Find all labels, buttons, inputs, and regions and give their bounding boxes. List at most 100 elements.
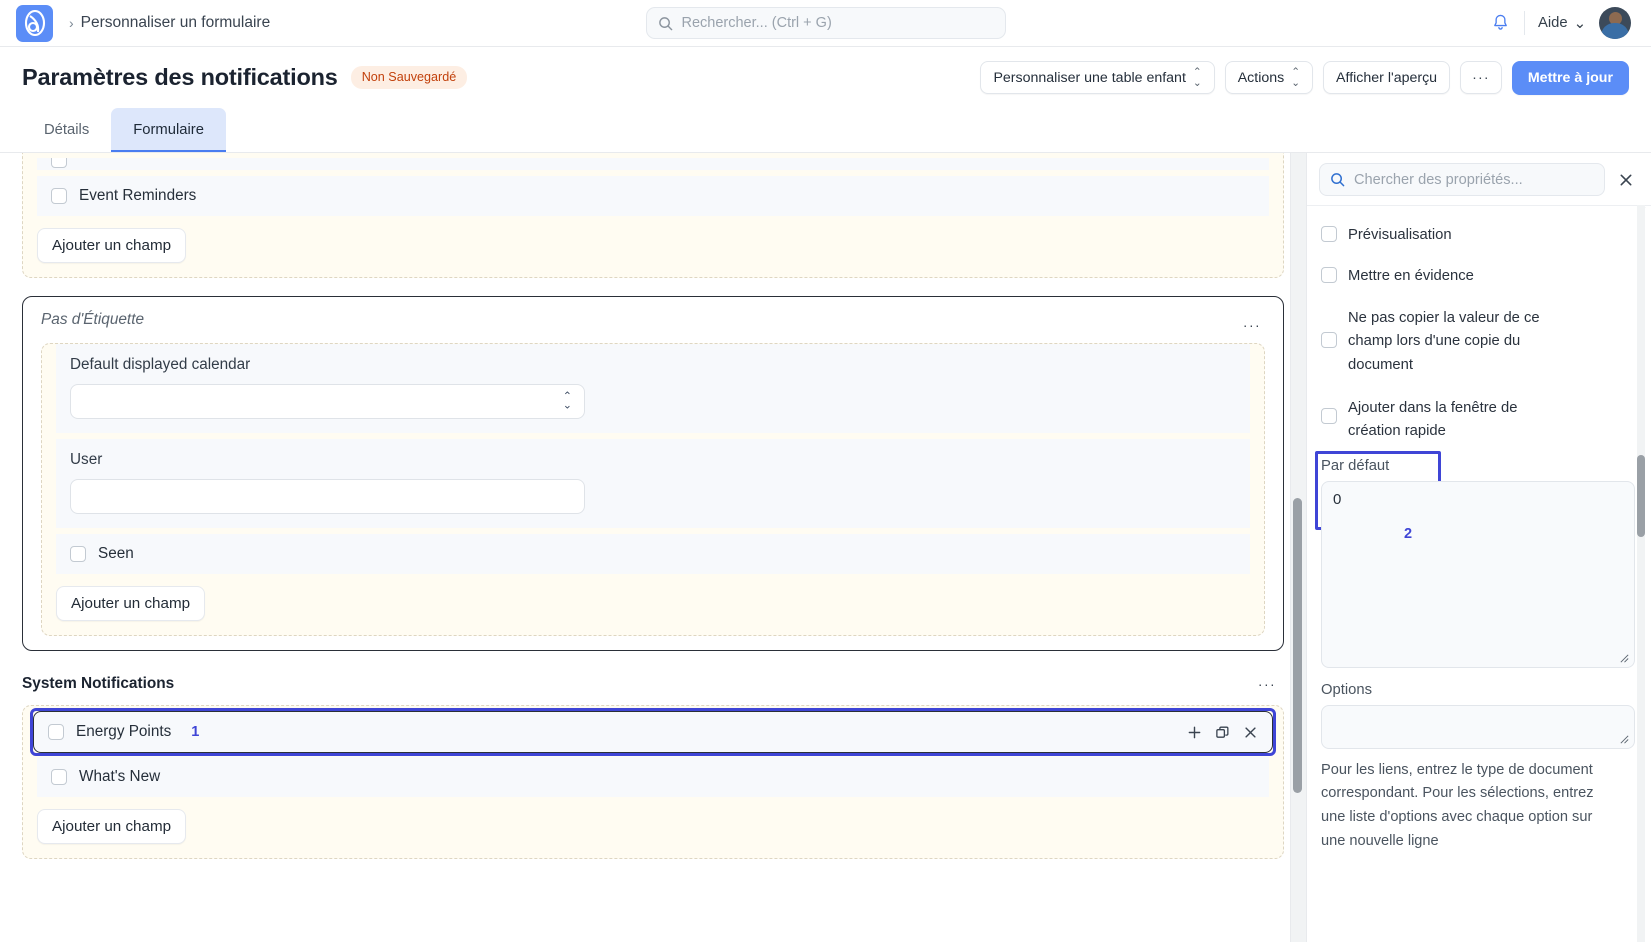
app-logo[interactable] (16, 5, 53, 42)
global-search-input[interactable]: Rechercher... (Ctrl + G) (646, 7, 1006, 39)
avatar[interactable] (1599, 7, 1631, 39)
properties-search-placeholder: Chercher des propriétés... (1354, 172, 1523, 188)
preview-button[interactable]: Afficher l'aperçu (1323, 61, 1450, 94)
field-label: Event Reminders (79, 187, 196, 205)
properties-body: Prévisualisation Mettre en évidence Ne p… (1307, 206, 1651, 942)
checkbox[interactable] (70, 546, 86, 562)
properties-scrollbar-track[interactable] (1637, 205, 1645, 942)
form-scroll-content: Event Reminders Ajouter un champ Pas d'É… (22, 153, 1284, 869)
form-group-system-notifications: System Notifications ··· Energy Points 1 (22, 675, 1284, 859)
form-scrollbar-thumb[interactable] (1293, 498, 1302, 793)
property-group-label: Par défaut (1321, 458, 1635, 474)
breadcrumb-label[interactable]: Personnaliser un formulaire (81, 14, 271, 32)
property-label: Ne pas copier la valeur de ce champ lors… (1348, 307, 1576, 377)
breadcrumb: › Personnaliser un formulaire (69, 14, 270, 32)
options-help-text: Pour les liens, entrez le type de docume… (1321, 759, 1596, 854)
stepper-icon: ⌃⌄ (1193, 67, 1202, 88)
field-row-default-calendar[interactable]: Default displayed calendar ⌃⌄ (56, 344, 1250, 433)
property-row-mettre-en-evidence[interactable]: Mettre en évidence (1321, 259, 1635, 300)
tab-bar: Détails Formulaire (0, 108, 1651, 153)
plus-icon[interactable] (1187, 725, 1202, 740)
field-label: Default displayed calendar (70, 356, 1236, 374)
add-field-button[interactable]: Ajouter un champ (56, 586, 205, 621)
form-scrollbar[interactable] (1293, 153, 1302, 942)
properties-scrollbar-thumb[interactable] (1637, 455, 1645, 537)
resize-grip-icon[interactable] (1619, 653, 1630, 664)
help-label: Aide (1538, 15, 1568, 31)
default-value-text: 0 (1333, 491, 1341, 508)
preview-label: Afficher l'aperçu (1336, 70, 1437, 86)
properties-search-bar: Chercher des propriétés... (1307, 153, 1651, 206)
form-tab-section: Pas d'Étiquette ··· Default displayed ca… (22, 296, 1284, 651)
field-label: User (70, 451, 1236, 469)
checkbox[interactable] (51, 158, 67, 168)
annotation-marker-2: 2 (1404, 526, 1412, 542)
more-options-button[interactable]: ··· (1460, 61, 1502, 94)
resize-grip-icon[interactable] (1619, 734, 1630, 745)
add-field-button[interactable]: Ajouter un champ (37, 228, 186, 263)
customize-child-table-button[interactable]: Personnaliser une table enfant ⌃⌄ (980, 61, 1214, 94)
checkbox[interactable] (51, 188, 67, 204)
field-row-seen[interactable]: Seen (56, 534, 1250, 574)
top-navbar: › Personnaliser un formulaire Rechercher… (0, 0, 1651, 47)
checkbox[interactable] (1321, 267, 1337, 283)
field-label: Energy Points (76, 723, 171, 741)
checkbox[interactable] (1321, 408, 1337, 424)
form-section-system: Energy Points 1 (22, 705, 1284, 859)
property-group-options: Options (1321, 682, 1635, 749)
global-search-placeholder: Rechercher... (Ctrl + G) (682, 15, 832, 31)
customize-child-table-label: Personnaliser une table enfant (993, 70, 1185, 86)
tab-details[interactable]: Détails (22, 108, 111, 152)
duplicate-icon[interactable] (1215, 725, 1230, 740)
add-field-button[interactable]: Ajouter un champ (37, 809, 186, 844)
tab-formulaire[interactable]: Formulaire (111, 108, 226, 152)
property-label: Mettre en évidence (1348, 265, 1474, 288)
stepper-icon: ⌃⌄ (1291, 67, 1300, 88)
properties-search-input[interactable]: Chercher des propriétés... (1319, 163, 1605, 196)
options-textarea[interactable] (1321, 705, 1635, 749)
default-value-textarea[interactable]: 0 2 (1321, 481, 1635, 668)
bell-icon (1491, 13, 1510, 33)
field-row-clipped[interactable] (37, 158, 1269, 170)
form-builder-canvas: Event Reminders Ajouter un champ Pas d'É… (0, 153, 1306, 942)
field-row-energy-points[interactable]: Energy Points 1 (33, 711, 1273, 753)
property-row-no-copy-value[interactable]: Ne pas copier la valeur de ce champ lors… (1321, 301, 1635, 391)
status-badge: Non Sauvegardé (351, 66, 468, 89)
property-row-quick-entry[interactable]: Ajouter dans la fenêtre de création rapi… (1321, 391, 1635, 456)
field-row-whats-new[interactable]: What's New (37, 757, 1269, 797)
update-button[interactable]: Mettre à jour (1512, 61, 1629, 95)
property-label: Prévisualisation (1348, 224, 1452, 247)
avatar-body (1601, 23, 1629, 39)
field-row-actions (1187, 725, 1258, 740)
checkbox[interactable] (1321, 332, 1337, 348)
checkbox[interactable] (48, 724, 64, 740)
field-row-user[interactable]: User (56, 439, 1250, 528)
checkbox[interactable] (1321, 226, 1337, 242)
help-menu-button[interactable]: Aide ⌄ (1525, 15, 1599, 32)
checkbox[interactable] (51, 769, 67, 785)
body: Event Reminders Ajouter un champ Pas d'É… (0, 153, 1651, 942)
property-row-previsualisation[interactable]: Prévisualisation (1321, 218, 1635, 259)
actions-label: Actions (1238, 70, 1285, 86)
user-input[interactable] (70, 479, 585, 514)
form-section-top: Event Reminders Ajouter un champ (22, 153, 1284, 278)
group-options-button[interactable]: ··· (1250, 669, 1284, 699)
selected-field-highlight: Energy Points 1 (33, 711, 1273, 753)
annotation-marker-1: 1 (191, 724, 199, 740)
page-header-actions: Personnaliser une table enfant ⌃⌄ Action… (980, 61, 1629, 95)
group-title: System Notifications (22, 675, 1284, 693)
tab-section-options-button[interactable]: ··· (1235, 310, 1269, 340)
stepper-icon: ⌃⌄ (563, 392, 572, 411)
properties-close-button[interactable] (1611, 165, 1641, 195)
field-row-event-reminders[interactable]: Event Reminders (37, 176, 1269, 216)
tab-section-title: Pas d'Étiquette (41, 311, 1265, 329)
field-label: What's New (79, 768, 160, 786)
breadcrumb-chevron-icon: › (69, 15, 74, 31)
default-calendar-select[interactable]: ⌃⌄ (70, 384, 585, 419)
actions-button[interactable]: Actions ⌃⌄ (1225, 61, 1313, 94)
notifications-button[interactable] (1477, 13, 1524, 33)
page-title: Paramètres des notifications (22, 64, 338, 91)
properties-panel: Chercher des propriétés... Prévisualisat… (1306, 153, 1651, 942)
close-icon[interactable] (1243, 725, 1258, 740)
field-label: Seen (98, 545, 134, 563)
